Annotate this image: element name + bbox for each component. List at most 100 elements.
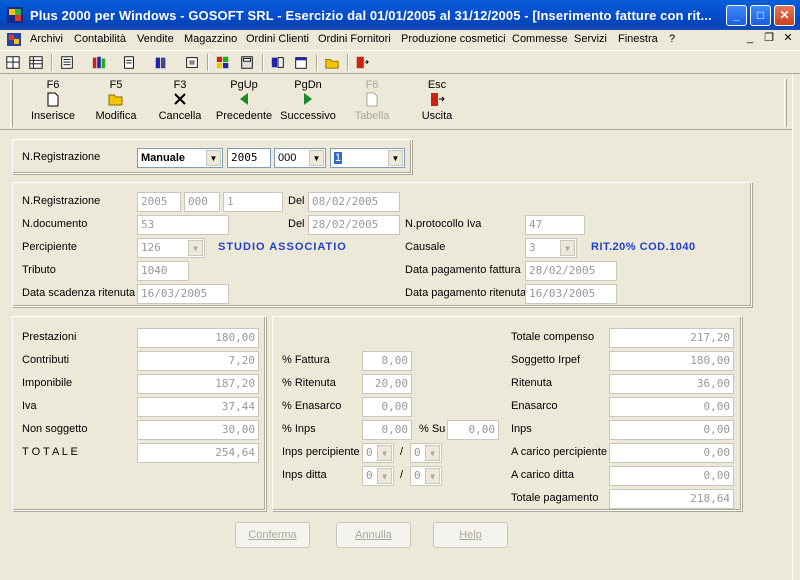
ndoc-label: N.documento [22, 218, 88, 230]
menu-finestra[interactable]: Finestra [618, 33, 658, 45]
menu-ordini-clienti[interactable]: Ordini Clienti [246, 33, 309, 45]
maximize-button[interactable]: □ [750, 5, 771, 26]
button-label: Modifica [95, 110, 137, 122]
fattura-pct-field: 0,00 [362, 351, 412, 371]
chevron-down-icon[interactable]: ▼ [206, 150, 221, 166]
prestazioni-label: Prestazioni [22, 331, 77, 343]
inps-ditta-b-value: 0 [414, 469, 421, 482]
open-folder-icon[interactable] [323, 54, 341, 71]
menu-help[interactable]: ? [669, 33, 675, 45]
nprot-label: N.protocollo Iva [405, 218, 482, 230]
function-toolbar: F6 Inserisce F5 Modifica F3 Cancella PgU… [0, 76, 800, 130]
modifica-button[interactable]: F5 Modifica [90, 79, 142, 127]
registration-date-field: 08/02/2005 [308, 192, 400, 212]
totale-compenso-field: 217,20 [609, 328, 734, 348]
percipiente-label: Percipiente [22, 241, 78, 253]
iva-label: Iva [22, 400, 37, 412]
inserisce-button[interactable]: F6 Inserisce [27, 79, 79, 127]
color-blocks-icon[interactable] [214, 54, 232, 71]
mdi-close-button[interactable]: ✕ [780, 32, 796, 46]
calendar-icon[interactable] [292, 54, 310, 71]
table-document-icon [346, 92, 398, 110]
causale-select: 3 ▼ [525, 238, 577, 258]
fattura-pct-label: % Fattura [282, 354, 330, 366]
books-icon[interactable] [90, 54, 108, 71]
percipiente-code: 126 [141, 241, 161, 254]
tributo-field: 1040 [137, 261, 189, 281]
successivo-button[interactable]: PgDn Successivo [278, 79, 338, 127]
menu-servizi[interactable]: Servizi [574, 33, 607, 45]
mdi-minimize-button[interactable]: _ [742, 32, 758, 46]
new-document-icon [27, 92, 79, 110]
menu-vendite[interactable]: Vendite [137, 33, 174, 45]
chevron-down-icon[interactable]: ▼ [388, 150, 403, 166]
toolbar-grip[interactable] [784, 79, 787, 127]
button-label: Inserisce [30, 110, 76, 122]
exit-door-icon[interactable] [353, 54, 371, 71]
cancella-button[interactable]: F3 Cancella [154, 79, 206, 127]
chevron-down-icon: ▼ [377, 468, 392, 484]
toolbar-grip[interactable] [10, 79, 13, 127]
grid-icon[interactable] [4, 54, 22, 71]
window-title: Plus 2000 per Windows - GOSOFT SRL - Ese… [30, 8, 712, 23]
menu-magazzino[interactable]: Magazzino [184, 33, 237, 45]
button-label: Uscita [421, 110, 453, 122]
menu-ordini-fornitori[interactable]: Ordini Fornitori [318, 33, 391, 45]
key-label: Esc [427, 79, 447, 91]
registration-mode-select[interactable]: Manuale ▼ [137, 148, 223, 168]
search-number-select[interactable]: 1 ▼ [330, 148, 405, 168]
binders-icon[interactable] [152, 54, 170, 71]
menu-archivi[interactable]: Archivi [30, 33, 63, 45]
grid-detail-icon[interactable] [27, 54, 45, 71]
chevron-down-icon[interactable]: ▼ [309, 150, 324, 166]
key-label: F3 [173, 79, 187, 91]
menu-contabilita[interactable]: Contabilità [74, 33, 126, 45]
ritenuta-pct-field: 20,00 [362, 374, 412, 394]
ritenuta-field: 36,00 [609, 374, 734, 394]
contributi-field: 7,20 [137, 351, 259, 371]
chevron-down-icon: ▼ [425, 468, 440, 484]
uscita-button[interactable]: Esc Uscita [411, 79, 463, 127]
minimize-button[interactable]: _ [726, 5, 747, 26]
confirm-button[interactable]: Conferma [235, 522, 310, 548]
list-icon[interactable] [58, 54, 76, 71]
menu-commesse[interactable]: Commesse [512, 33, 568, 45]
totale-pagamento-field: 218,64 [609, 489, 734, 509]
document-list-icon[interactable] [120, 54, 138, 71]
imponibile-label: Imponibile [22, 377, 73, 389]
nreg-number-field: 1 [223, 192, 283, 212]
non-soggetto-label: Non soggetto [22, 423, 88, 435]
causale-description: RIT.20% COD.1040 [591, 241, 696, 253]
precedente-button[interactable]: PgUp Precedente [214, 79, 274, 127]
soggetto-irpef-field: 180,00 [609, 351, 734, 371]
search-nreg-label: N.Registrazione [22, 151, 101, 163]
ndoc-field: 53 [137, 215, 229, 235]
tabella-button[interactable]: F6 Tabella [346, 79, 398, 127]
document-window-icon[interactable] [6, 32, 22, 47]
close-button[interactable]: ✕ [774, 5, 795, 26]
del2-label: Del [288, 218, 305, 230]
withholding-calc-panel: % Fattura 0,00 % Ritenuta 20,00 % Enasar… [272, 316, 742, 511]
mdi-restore-button[interactable]: ❐ [761, 32, 777, 46]
inps-ditta-a-select: 0 ▼ [362, 466, 394, 486]
nreg-series-field: 000 [184, 192, 220, 212]
button-label: Tabella [354, 110, 390, 122]
toolbar-separator [347, 54, 349, 71]
menu-produzione-cosmetici[interactable]: Produzione cosmetici [401, 33, 506, 45]
su-pct-label: % Su [419, 423, 446, 435]
search-series-select[interactable]: 000 ▼ [274, 148, 326, 168]
search-series-value: 000 [278, 152, 297, 164]
catalog-icon[interactable] [269, 54, 287, 71]
iva-field: 37,44 [137, 397, 259, 417]
registration-mode-value: Manuale [141, 152, 186, 164]
help-button[interactable]: Help [433, 522, 508, 548]
enasarco-label: Enasarco [511, 400, 558, 412]
search-year-input[interactable]: 2005 [227, 148, 271, 168]
imponibile-field: 187,20 [137, 374, 259, 394]
calculator-icon[interactable] [238, 54, 256, 71]
toolbar-separator [262, 54, 264, 71]
window-right-border [792, 74, 800, 580]
archive-book-icon[interactable] [183, 54, 201, 71]
cancel-button[interactable]: Annulla [336, 522, 411, 548]
inps-ditta-b-select: 0 ▼ [410, 466, 442, 486]
